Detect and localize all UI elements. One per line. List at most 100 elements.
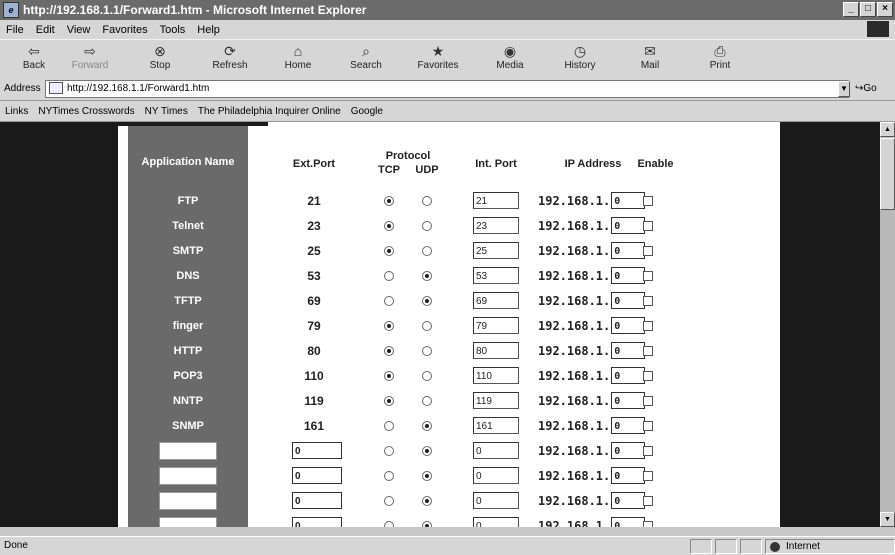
tcp-radio[interactable] <box>384 420 394 431</box>
int-port-input[interactable]: 110 <box>473 367 519 384</box>
print-button[interactable]: ⎙ Print <box>690 42 750 71</box>
udp-radio[interactable] <box>422 395 432 406</box>
minimize-button[interactable]: _ <box>843 2 859 17</box>
udp-radio[interactable] <box>422 520 432 527</box>
scroll-up-arrow-icon[interactable]: ▲ <box>880 122 895 137</box>
favorites-button[interactable]: ★ Favorites <box>408 42 468 71</box>
int-port-input[interactable]: 23 <box>473 217 519 234</box>
maximize-button[interactable]: □ <box>860 2 876 17</box>
menu-edit[interactable]: Edit <box>30 24 61 36</box>
enable-checkbox[interactable] <box>643 370 653 381</box>
udp-radio[interactable] <box>422 195 432 206</box>
stop-button[interactable]: ⊗ Stop <box>130 42 190 71</box>
enable-checkbox[interactable] <box>643 520 653 527</box>
menu-view[interactable]: View <box>61 24 97 36</box>
ext-port-value: 110 <box>304 368 324 383</box>
int-port-input[interactable]: 25 <box>473 242 519 259</box>
link-nytimes-crosswords[interactable]: NYTimes Crosswords <box>33 106 139 117</box>
enable-checkbox[interactable] <box>643 345 653 356</box>
udp-radio[interactable] <box>422 245 432 256</box>
udp-radio[interactable] <box>422 370 432 381</box>
enable-checkbox[interactable] <box>643 220 653 231</box>
udp-radio[interactable] <box>422 495 432 506</box>
enable-checkbox[interactable] <box>643 470 653 481</box>
mail-button[interactable]: ✉ Mail <box>620 42 680 71</box>
link-ny-times[interactable]: NY Times <box>140 106 193 117</box>
enable-checkbox[interactable] <box>643 420 653 431</box>
ext-port-input[interactable]: 0 <box>292 517 342 527</box>
int-port-input[interactable]: 161 <box>473 417 519 434</box>
go-button[interactable]: ↪Go <box>855 83 877 94</box>
header-udp: UDP <box>415 164 439 176</box>
refresh-button[interactable]: ⟳ Refresh <box>200 42 260 71</box>
custom-port-row: 0 0 192.168.1. 0 <box>118 488 780 513</box>
int-port-input[interactable]: 0 <box>473 517 519 527</box>
enable-checkbox[interactable] <box>643 445 653 456</box>
tcp-radio[interactable] <box>384 345 394 356</box>
int-port-input[interactable]: 0 <box>473 467 519 484</box>
tcp-radio[interactable] <box>384 195 394 206</box>
tcp-radio[interactable] <box>384 395 394 406</box>
scroll-down-arrow-icon[interactable]: ▼ <box>880 512 895 527</box>
udp-radio[interactable] <box>422 295 432 306</box>
int-port-input[interactable]: 53 <box>473 267 519 284</box>
enable-checkbox[interactable] <box>643 270 653 281</box>
vertical-scrollbar[interactable]: ▲ ▼ <box>880 122 895 527</box>
udp-radio[interactable] <box>422 345 432 356</box>
int-port-input[interactable]: 0 <box>473 442 519 459</box>
ext-port-input[interactable]: 0 <box>292 467 342 484</box>
search-button[interactable]: ⌕ Search <box>336 42 396 71</box>
udp-radio[interactable] <box>422 420 432 431</box>
ext-port-input[interactable]: 0 <box>292 442 342 459</box>
udp-radio[interactable] <box>422 470 432 481</box>
history-button[interactable]: ◷ History <box>550 42 610 71</box>
application-name-input[interactable] <box>159 441 217 460</box>
enable-checkbox[interactable] <box>643 245 653 256</box>
tcp-radio[interactable] <box>384 495 394 506</box>
port-row: TFTP 69 69 192.168.1. 0 <box>118 288 780 313</box>
enable-checkbox[interactable] <box>643 395 653 406</box>
menu-favorites[interactable]: Favorites <box>96 24 153 36</box>
udp-radio[interactable] <box>422 270 432 281</box>
tcp-radio[interactable] <box>384 470 394 481</box>
application-name-input[interactable] <box>159 516 217 527</box>
enable-checkbox[interactable] <box>643 320 653 331</box>
int-port-input[interactable]: 79 <box>473 317 519 334</box>
int-port-input[interactable]: 21 <box>473 192 519 209</box>
address-input[interactable]: http://192.168.1.1/Forward1.htm <box>45 80 849 98</box>
application-name-input[interactable] <box>159 491 217 510</box>
forward-button[interactable]: ⇨ Forward <box>60 42 120 71</box>
media-button[interactable]: ◉ Media <box>480 42 540 71</box>
tcp-radio[interactable] <box>384 295 394 306</box>
tcp-radio[interactable] <box>384 445 394 456</box>
int-port-input[interactable]: 119 <box>473 392 519 409</box>
udp-radio[interactable] <box>422 220 432 231</box>
link-google[interactable]: Google <box>346 106 388 117</box>
application-name-input[interactable] <box>159 466 217 485</box>
home-button[interactable]: ⌂ Home <box>268 42 328 71</box>
tcp-radio[interactable] <box>384 220 394 231</box>
scroll-thumb[interactable] <box>880 138 895 210</box>
tcp-radio[interactable] <box>384 370 394 381</box>
tcp-radio[interactable] <box>384 245 394 256</box>
tcp-radio[interactable] <box>384 520 394 527</box>
int-port-input[interactable]: 80 <box>473 342 519 359</box>
tcp-radio[interactable] <box>384 270 394 281</box>
back-button[interactable]: ⇦ Back <box>4 42 64 71</box>
menu-file[interactable]: File <box>0 24 30 36</box>
udp-radio[interactable] <box>422 320 432 331</box>
enable-checkbox[interactable] <box>643 195 653 206</box>
menu-tools[interactable]: Tools <box>154 24 192 36</box>
int-port-input[interactable]: 0 <box>473 492 519 509</box>
menu-help[interactable]: Help <box>191 24 226 36</box>
udp-radio[interactable] <box>422 445 432 456</box>
enable-checkbox[interactable] <box>643 295 653 306</box>
header-ip-address: IP Address <box>564 158 622 170</box>
address-dropdown-button[interactable]: ▼ <box>838 81 850 97</box>
close-button[interactable]: × <box>877 2 893 17</box>
tcp-radio[interactable] <box>384 320 394 331</box>
enable-checkbox[interactable] <box>643 495 653 506</box>
ext-port-input[interactable]: 0 <box>292 492 342 509</box>
link-philadelphia-inquirer[interactable]: The Philadelphia Inquirer Online <box>193 106 346 117</box>
int-port-input[interactable]: 69 <box>473 292 519 309</box>
